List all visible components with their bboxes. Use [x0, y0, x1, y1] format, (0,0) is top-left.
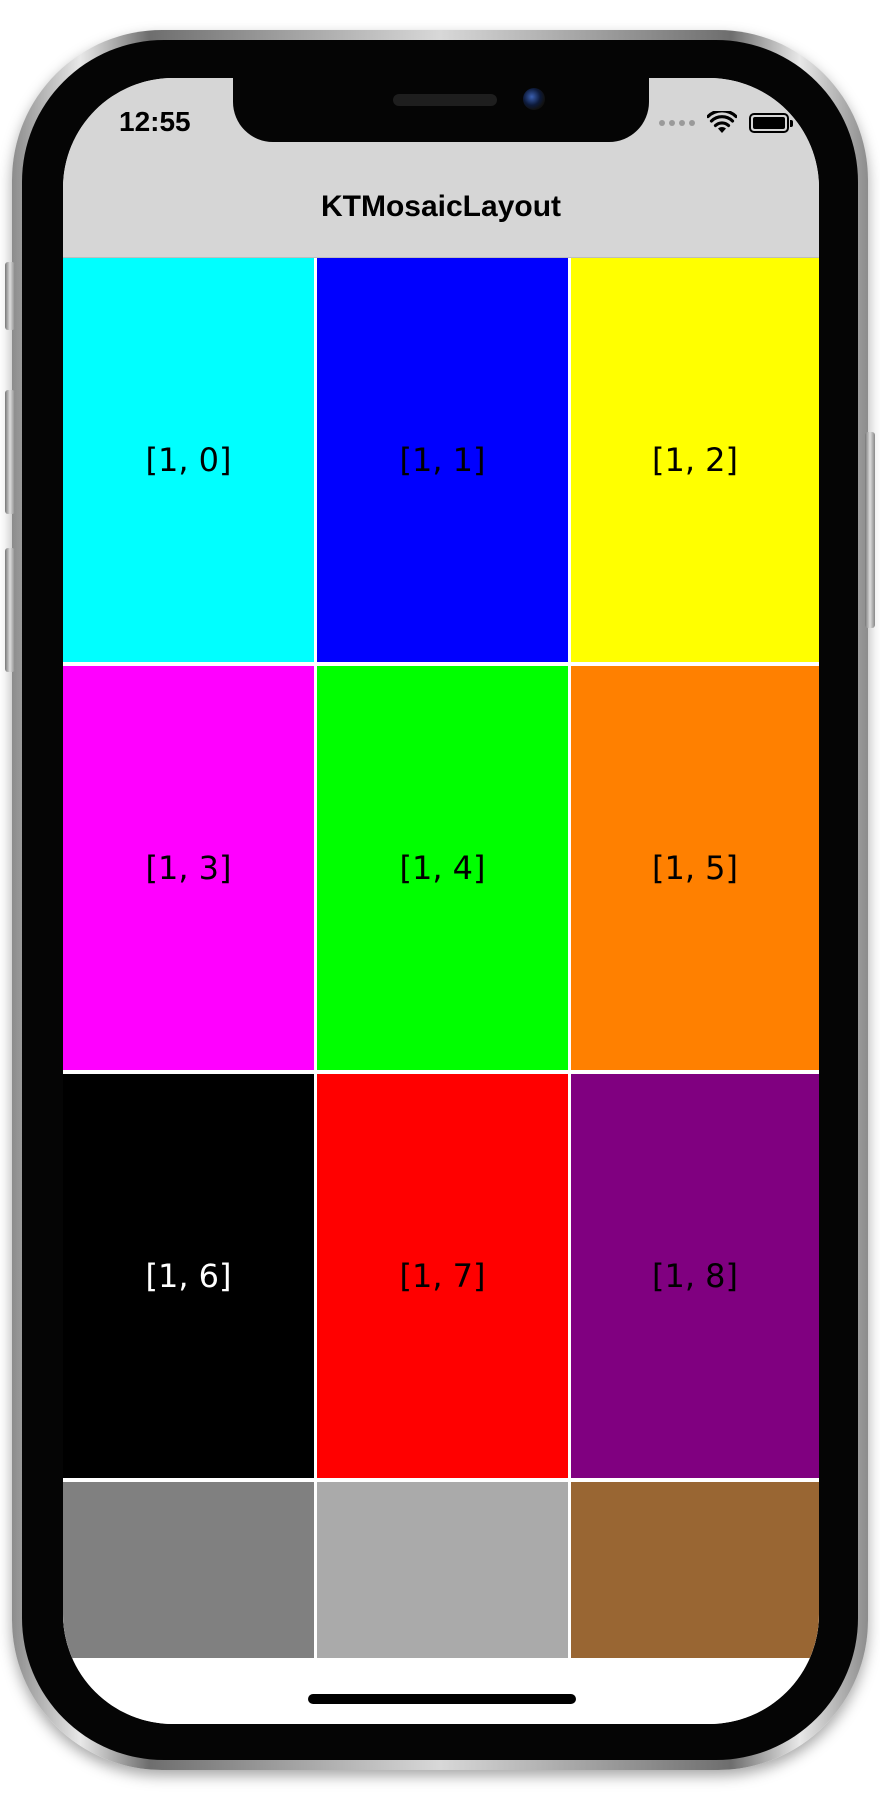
front-camera	[523, 88, 545, 110]
mosaic-cell-1-7[interactable]: [1, 7]	[317, 1074, 568, 1478]
volume-down-button	[5, 548, 15, 672]
mosaic-cell-1-10[interactable]	[317, 1482, 568, 1658]
cell-label: [1, 6]	[145, 1257, 232, 1295]
mosaic-cell-1-8[interactable]: [1, 8]	[571, 1074, 819, 1478]
screen: 12:55 KTMosaicLayout [1, 0] [1, 1] [1, 2…	[63, 78, 819, 1724]
device-notch	[233, 78, 649, 142]
mosaic-collection-view[interactable]: [1, 0] [1, 1] [1, 2] [1, 3] [1, 4] [1, 5…	[63, 258, 819, 1724]
cell-label: [1, 4]	[399, 849, 486, 887]
mosaic-cell-1-9[interactable]	[63, 1482, 314, 1658]
power-button	[865, 432, 875, 628]
battery-icon	[749, 113, 793, 133]
mosaic-cell-1-5[interactable]: [1, 5]	[571, 666, 819, 1070]
nav-title: KTMosaicLayout	[320, 190, 562, 223]
home-indicator[interactable]	[308, 1694, 576, 1704]
mosaic-cell-1-11[interactable]	[571, 1482, 819, 1658]
volume-up-button	[5, 390, 15, 514]
cell-label: [1, 5]	[651, 849, 739, 887]
mute-switch	[5, 262, 15, 330]
speaker-grille	[393, 94, 497, 106]
wifi-icon	[707, 111, 737, 133]
mosaic-cell-1-4[interactable]: [1, 4]	[317, 666, 568, 1070]
status-icons	[659, 108, 793, 138]
cell-label: [1, 3]	[145, 849, 232, 887]
status-time: 12:55	[119, 106, 191, 137]
signal-dots-icon	[659, 120, 695, 126]
mosaic-cell-1-0[interactable]: [1, 0]	[63, 258, 314, 662]
cell-label: [1, 2]	[651, 441, 739, 479]
cell-label: [1, 0]	[145, 441, 232, 479]
cell-label: [1, 1]	[399, 441, 486, 479]
cell-label: [1, 8]	[651, 1257, 739, 1295]
mosaic-cell-1-3[interactable]: [1, 3]	[63, 666, 314, 1070]
mosaic-cell-1-1[interactable]: [1, 1]	[317, 258, 568, 662]
cell-label: [1, 7]	[399, 1257, 486, 1295]
mosaic-cell-1-2[interactable]: [1, 2]	[571, 258, 819, 662]
mosaic-cell-1-6[interactable]: [1, 6]	[63, 1074, 314, 1478]
